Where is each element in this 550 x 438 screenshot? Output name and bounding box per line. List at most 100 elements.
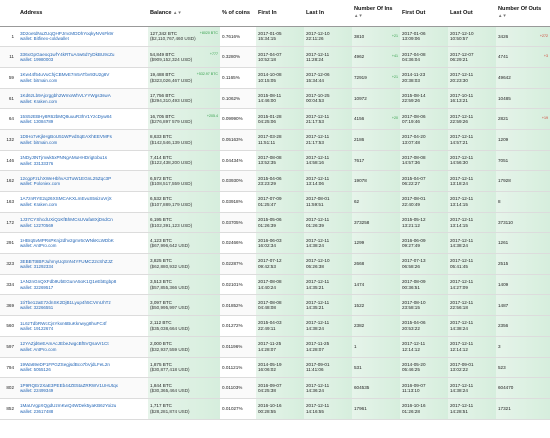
- wallet-link[interactable]: wallet: 19980003: [20, 57, 146, 62]
- last-in-cell: 2017-12-11 21:17:53: [304, 129, 352, 151]
- first-in-cell: 2015-08-11 14:46:00: [256, 88, 304, 109]
- last-out-cell: 2017-10-11 16:13:21: [448, 88, 496, 109]
- outs-count: 17928: [498, 178, 511, 184]
- balance-usd: ($67,996,642 USD): [150, 243, 190, 249]
- first-in-cell: 2017-01-05 15:34:15: [256, 26, 304, 47]
- last-in-cell: 2017-10-25 00:04:53: [304, 88, 352, 109]
- header-outs[interactable]: Number Of Outs ▲▼: [496, 0, 550, 27]
- first-in-cell: 2014-05-19 16:06:02: [256, 357, 304, 378]
- outs-count: 1261: [498, 240, 509, 246]
- last-out-cell: 2017-12-11 13:14:15: [448, 191, 496, 213]
- wallet-link[interactable]: wallet: 5055126: [20, 367, 146, 372]
- outs-count: 4741: [498, 54, 509, 60]
- sort-icon[interactable]: ▲▼: [173, 10, 182, 15]
- wallet-link[interactable]: wallet: AntPro.com: [20, 243, 146, 248]
- wallet-link[interactable]: wallet: 23617488: [20, 409, 146, 414]
- wallet-link[interactable]: wallet: bitmain.com: [20, 140, 146, 145]
- wallet-link[interactable]: wallet: Poloniex.com: [20, 181, 146, 186]
- outs-cell: 3: [496, 336, 550, 357]
- wallet-link[interactable]: wallet: 32266551: [20, 305, 146, 310]
- outs-cell: 3426 +272: [496, 26, 550, 47]
- header-last-in[interactable]: Last In: [304, 0, 352, 27]
- outs-count: 10485: [498, 95, 511, 101]
- first-out-cell: 2016-06-09 09:27:49: [400, 232, 448, 254]
- table-row: 323 3EBBTt8BPJuhmyUqSnN4YFUMC22cShZJZ wall…: [0, 253, 550, 275]
- balance-usd: ($30,877,418 USD): [150, 367, 190, 373]
- address-cell: 1tiTbe12aE7zdnSK2DjB1Lyup4h5CVmUhTz walle…: [18, 295, 148, 316]
- balance-usd: ($32,937,559 USD): [150, 346, 190, 352]
- outs-count: 7051: [498, 157, 509, 163]
- rank-cell: 369: [6, 302, 14, 308]
- first-out-cell: 2016-09-07 11:13:10: [400, 377, 448, 399]
- ins-count: 4962: [354, 54, 365, 60]
- ins-cell: 604535: [352, 377, 400, 399]
- first-in-cell: 2016-10-16 00:28:55: [256, 398, 304, 420]
- address-cell: 1Kd6zLb9Ajcrggbh2WmoWhVLYYWgs3swA wallet:…: [18, 88, 148, 109]
- last-in-cell: 2017-12-06 15:34:44: [304, 67, 352, 89]
- header-address[interactable]: Address: [18, 0, 148, 27]
- wallet-link[interactable]: wallet: 12270569: [20, 223, 146, 228]
- last-out-cell: 2017-12-11 12:14:12: [448, 336, 496, 357]
- wallet-link[interactable]: wallet: bitmain.com: [20, 78, 146, 83]
- pct-cell: 0.01121%: [222, 364, 243, 370]
- address-cell: 1NDyJtNTjmwk5xPNNgAMuHHDrigtobu1s wallet:…: [18, 150, 148, 171]
- ins-count: 17961: [354, 405, 367, 411]
- wallet-link[interactable]: wallet: AntPro.com: [20, 347, 146, 352]
- wallet-link[interactable]: wallet: Bitfinex-coldwallet: [20, 36, 146, 41]
- wallet-link[interactable]: wallet: 19122674: [20, 326, 146, 331]
- last-out-cell: 2017-09-01 13:02:22: [448, 357, 496, 378]
- sort-icon[interactable]: ▲▼: [354, 13, 363, 18]
- first-out-cell: 2015-04-07 06:22:27: [400, 170, 448, 192]
- last-in-cell: 2017-12-10 05:26:38: [304, 253, 352, 275]
- first-out-cell: 2014-05-20 05:46:25: [400, 357, 448, 378]
- outs-count: 8: [498, 199, 501, 205]
- last-in-cell: 2017-12-11 14:16:55: [304, 398, 352, 420]
- ins-cell: 19078: [352, 170, 400, 192]
- ins-cell: 1: [352, 336, 400, 357]
- wallet-link[interactable]: wallet: 13084789: [20, 119, 146, 124]
- first-out-cell: 2017-04-08 04:36:04: [400, 46, 448, 68]
- ins-cell: 2382: [352, 315, 400, 337]
- first-in-cell: 2015-05-06 01:26:39: [256, 212, 304, 233]
- address-cell: 3D2oetdNuZUqQHPJmcMDDhYoqkyNVsFk9r wallet…: [18, 26, 148, 47]
- last-in-cell: 2017-12-11 13:14:06: [304, 170, 352, 192]
- ins-change: +21: [391, 33, 398, 38]
- balance-btc: 6,195 BTC: [150, 217, 172, 223]
- wallet-link[interactable]: wallet: 32269517: [20, 285, 146, 290]
- ins-count: 2668: [354, 261, 365, 267]
- header-ins[interactable]: Number Of Ins ▲▼: [352, 0, 400, 27]
- first-in-cell: 2017-08-08 14:40:24: [256, 274, 304, 295]
- ins-count: 1: [354, 343, 357, 349]
- balance-usd: ($28,281,874 USD): [150, 408, 190, 414]
- ins-change: +20: [391, 116, 398, 121]
- header-first-out[interactable]: First Out: [400, 0, 448, 27]
- ins-cell: 17961: [352, 398, 400, 420]
- ins-count: 7617: [354, 157, 365, 163]
- balance-change: +532.97 BTC: [196, 72, 218, 77]
- table-row: 132 1DtHo7vKjkHgBoU51WPvdSqEAXhEEVMFs wall…: [0, 129, 550, 151]
- header-balance[interactable]: Balance ▲▼: [148, 0, 220, 27]
- wallet-link[interactable]: wallet: Kraken.com: [20, 202, 146, 207]
- header-first-in[interactable]: First In: [256, 0, 304, 27]
- first-out-cell: 2017-01-06 13:09:06: [400, 26, 448, 47]
- pct-cell: 0.1062%: [222, 95, 241, 101]
- balance-usd: ($30,365,464 USD): [150, 388, 190, 394]
- header-last-out[interactable]: Last Out: [448, 0, 496, 27]
- last-in-cell: 2017-12-11 01:26:39: [304, 212, 352, 233]
- last-in-cell: 2017-12-11 14:38:24: [304, 232, 352, 254]
- last-in-cell: 2017-12-11 11:28:24: [304, 46, 352, 68]
- address-cell: 1HBrq5vMPRsPKnj2dhv2gmr6cWNkKLWDbK wallet…: [18, 233, 148, 254]
- address-cell: 1J37CYShcdUXiQ1KfBhMCsUVafa8XjDsdCn walle…: [18, 212, 148, 233]
- sort-icon[interactable]: ▲▼: [498, 13, 507, 18]
- ins-cell: 1474: [352, 274, 400, 295]
- wallet-link[interactable]: wallet: 31292334: [20, 264, 146, 269]
- header-pct[interactable]: % of coins: [220, 0, 256, 27]
- outs-count: 523: [498, 364, 506, 370]
- table-row: 794 19Wa69eDP1FPGZSegjsdBco7bVjdLFeL2n wal…: [0, 357, 550, 378]
- balance-cell: 8,633 BTC ($142,546,139 USD): [148, 129, 220, 151]
- wallet-link[interactable]: wallet: 22499349: [20, 388, 146, 393]
- wallet-link[interactable]: wallet: 33133376: [20, 161, 146, 166]
- address-cell: 12YAZjd6eEAmAcJEbeJwgcBf5VQsaVr1Ct wallet…: [18, 336, 148, 357]
- wallet-link[interactable]: wallet: Kraken.com: [20, 99, 146, 104]
- first-in-cell: 2016-06-03 16:02:34: [256, 232, 304, 254]
